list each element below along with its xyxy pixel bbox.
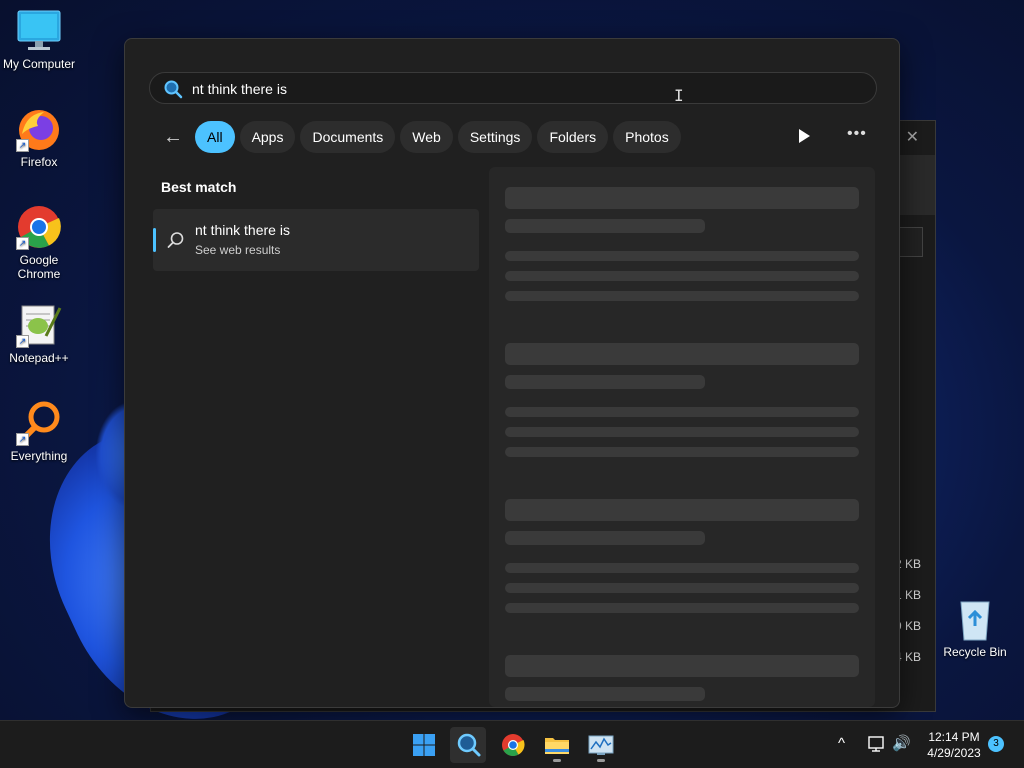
shortcut-arrow-icon: ↗	[16, 139, 29, 152]
notepadpp-icon: ↗	[16, 302, 62, 348]
skeleton-bar	[505, 583, 859, 593]
skeleton-bar	[505, 499, 859, 521]
search-input[interactable]	[192, 79, 792, 99]
web-search-icon	[167, 232, 184, 248]
desktop-icon-label: My Computer	[2, 57, 76, 71]
desktop-icon-firefox[interactable]: ↗ Firefox	[0, 106, 78, 169]
folder-icon	[545, 738, 569, 754]
skeleton-bar	[505, 447, 859, 457]
result-title: nt think there is	[195, 222, 290, 238]
notification-badge[interactable]: 3	[988, 736, 1004, 752]
skeleton-bar	[505, 251, 859, 261]
skeleton-bar	[505, 687, 705, 701]
desktop-icon-everything[interactable]: ↗ Everything	[0, 400, 78, 463]
clock-time: 12:14 PM	[928, 730, 980, 744]
system-clock[interactable]: 12:14 PM 4/29/2023	[920, 729, 988, 761]
magnifier-app-icon: ↗	[16, 400, 62, 446]
desktop-icon-my-computer[interactable]: My Computer	[0, 8, 78, 71]
filter-web[interactable]: Web	[400, 121, 453, 153]
volume-icon[interactable]: 🔊	[892, 734, 911, 752]
shortcut-arrow-icon: ↗	[16, 335, 29, 348]
taskbar-monitor-app-button[interactable]	[583, 727, 619, 763]
best-match-result[interactable]: nt think there is See web results	[153, 209, 479, 271]
chrome-icon	[502, 734, 525, 756]
clock-date: 4/29/2023	[927, 746, 981, 760]
desktop-icon-label: Google Chrome	[17, 253, 61, 281]
skeleton-bar	[505, 271, 859, 281]
desktop-icon-recycle-bin[interactable]: Recycle Bin	[936, 596, 1014, 659]
filter-documents[interactable]: Documents	[300, 121, 396, 153]
search-icon	[457, 733, 481, 757]
performance-monitor-icon	[588, 735, 614, 755]
recycle-bin-icon	[952, 596, 998, 642]
desktop-icon-label: Recycle Bin	[943, 645, 1007, 659]
filter-settings[interactable]: Settings	[457, 121, 533, 153]
skeleton-bar	[505, 219, 705, 233]
firefox-icon: ↗	[16, 106, 62, 152]
taskbar-chrome-button[interactable]	[495, 727, 531, 763]
filter-folders[interactable]: Folders	[537, 121, 609, 153]
filter-photos[interactable]: Photos	[613, 121, 681, 153]
text-cursor-icon: I	[674, 86, 684, 105]
shortcut-arrow-icon: ↗	[16, 433, 29, 446]
skeleton-bar	[505, 655, 859, 677]
search-icon[interactable]	[899, 227, 923, 257]
search-box[interactable]: I	[149, 72, 877, 105]
selection-indicator	[153, 228, 156, 252]
desktop-icon-chrome[interactable]: ↗ Google Chrome	[0, 204, 78, 281]
monitor-icon	[16, 8, 62, 54]
windows-logo-icon	[413, 734, 435, 756]
shortcut-arrow-icon: ↗	[16, 237, 29, 250]
chevron-up-icon[interactable]: ^	[838, 735, 845, 752]
skeleton-bar	[505, 563, 859, 573]
search-flyout: I ← All Apps Documents Web Settings Fold…	[124, 38, 900, 708]
chrome-icon: ↗	[16, 204, 62, 250]
play-icon[interactable]	[797, 128, 811, 144]
more-options-icon[interactable]: •••	[847, 125, 867, 143]
close-icon[interactable]: ✕	[906, 127, 919, 147]
desktop-icon-label: Firefox	[20, 155, 58, 169]
skeleton-bar	[505, 291, 859, 301]
desktop-icon-label: Notepad++	[9, 351, 69, 365]
filter-all[interactable]: All	[195, 121, 235, 153]
start-button[interactable]	[406, 727, 442, 763]
preview-pane-loading	[489, 167, 875, 707]
running-indicator	[597, 759, 605, 762]
filter-apps[interactable]: Apps	[239, 121, 296, 153]
filter-bar: ← All Apps Documents Web Settings Folder…	[159, 121, 686, 153]
skeleton-bar	[505, 407, 859, 417]
back-arrow-icon[interactable]: ←	[159, 123, 187, 151]
taskbar-file-explorer-button[interactable]	[539, 727, 575, 763]
skeleton-bar	[505, 427, 859, 437]
taskbar: ^ 🔊 12:14 PM 4/29/2023	[0, 720, 1024, 768]
taskbar-search-button[interactable]	[450, 727, 486, 763]
result-subtitle: See web results	[195, 243, 281, 257]
skeleton-bar	[505, 187, 859, 209]
desktop-icon-label: Everything	[10, 449, 68, 463]
network-icon[interactable]	[867, 734, 887, 754]
skeleton-bar	[505, 375, 705, 389]
running-indicator	[553, 759, 561, 762]
skeleton-bar	[505, 603, 859, 613]
best-match-heading: Best match	[161, 179, 237, 195]
search-icon	[164, 80, 183, 99]
skeleton-bar	[505, 343, 859, 365]
skeleton-bar	[505, 531, 705, 545]
desktop-icon-notepadpp[interactable]: ↗ Notepad++	[0, 302, 78, 365]
window-toolbar-strip	[899, 155, 935, 215]
